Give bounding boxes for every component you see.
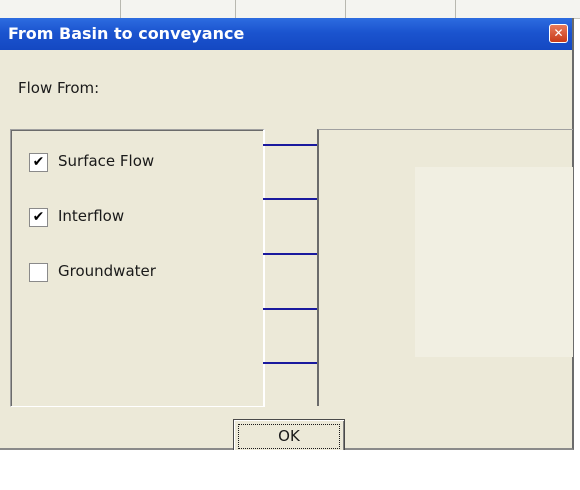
flow-from-label: Flow From: [18,79,100,97]
background-grid [0,0,580,19]
connector-line [263,198,317,200]
grid-divider [120,0,121,18]
dialog-title: From Basin to conveyance [8,24,245,43]
connector-line [263,253,317,255]
groundwater-label: Groundwater [58,262,156,280]
title-bar[interactable]: From Basin to conveyance ✕ [0,18,572,50]
groundwater-checkbox[interactable] [29,263,48,282]
surface-flow-checkbox[interactable]: ✔ [29,153,48,172]
interflow-checkbox[interactable]: ✔ [29,208,48,227]
ok-button[interactable]: OK [233,419,345,454]
target-panel [317,129,573,406]
flow-options-panel: ✔ Surface Flow ✔ Interflow Groundwater [10,129,265,407]
grid-divider [345,0,346,18]
background-area [0,450,580,490]
ok-button-label: OK [238,424,340,449]
surface-flow-label: Surface Flow [58,152,155,170]
connector-line [263,144,317,146]
target-panel-area [415,167,573,357]
connector-line [263,362,317,364]
interflow-label: Interflow [58,207,125,225]
dialog-window: From Basin to conveyance ✕ Flow From: ✔ … [0,18,574,454]
connector-line [263,308,317,310]
close-icon[interactable]: ✕ [549,24,568,43]
grid-divider [235,0,236,18]
grid-divider [455,0,456,18]
